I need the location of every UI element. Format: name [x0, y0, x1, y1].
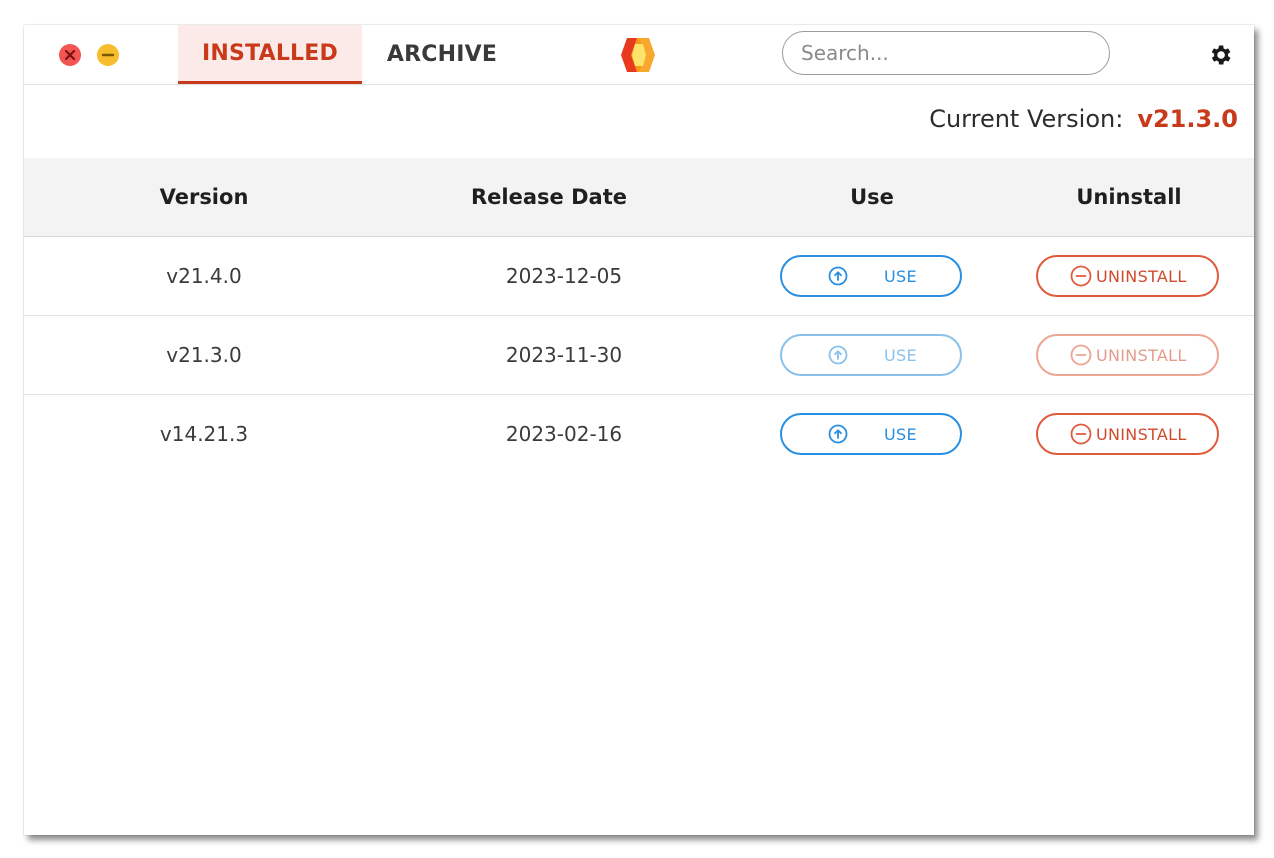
table-row: v14.21.3 2023-02-16 USE UNINSTALL [24, 395, 1254, 473]
arrow-up-circle-icon [828, 424, 848, 444]
minimize-icon[interactable] [97, 44, 119, 66]
arrow-up-circle-icon [828, 266, 848, 286]
tab-installed[interactable]: INSTALLED [178, 25, 362, 84]
version-cell: v14.21.3 [159, 422, 249, 446]
uninstall-button[interactable]: UNINSTALL [1036, 255, 1219, 297]
close-icon[interactable] [59, 44, 81, 66]
gear-icon[interactable] [1207, 42, 1233, 68]
uninstall-button-label: UNINSTALL [1096, 345, 1187, 365]
uninstall-button[interactable]: UNINSTALL [1036, 413, 1219, 455]
uninstall-button-label: UNINSTALL [1096, 266, 1187, 286]
use-button[interactable]: USE [780, 413, 962, 455]
use-button-label: USE [884, 345, 917, 365]
release-date-cell: 2023-12-05 [505, 264, 623, 288]
header-version: Version [159, 185, 249, 209]
table-row: v21.4.0 2023-12-05 USE UNINSTALL [24, 237, 1254, 316]
minus-circle-icon [1070, 265, 1092, 287]
search-input[interactable] [782, 31, 1110, 75]
use-button-label: USE [884, 266, 917, 286]
app-window: INSTALLED ARCHIVE Current Version: v21.3… [24, 25, 1254, 835]
version-cell: v21.4.0 [166, 264, 242, 288]
release-date-cell: 2023-02-16 [505, 422, 623, 446]
table-header: Version Release Date Use Uninstall [24, 158, 1254, 237]
tab-archive-label: ARCHIVE [386, 41, 498, 67]
use-button[interactable]: USE [780, 255, 962, 297]
current-version-label: Current Version: [929, 105, 1124, 133]
minus-circle-icon [1070, 423, 1092, 445]
release-date-cell: 2023-11-30 [505, 343, 623, 367]
table-row: v21.3.0 2023-11-30 USE UNINSTALL [24, 316, 1254, 395]
use-button-label: USE [884, 424, 917, 444]
version-cell: v21.3.0 [166, 343, 242, 367]
tab-installed-label: INSTALLED [202, 40, 338, 66]
header-use: Use [850, 185, 894, 209]
uninstall-button-label: UNINSTALL [1096, 424, 1187, 444]
uninstall-button-disabled[interactable]: UNINSTALL [1036, 334, 1219, 376]
tab-archive[interactable]: ARCHIVE [372, 25, 512, 83]
current-version-value: v21.3.0 [1137, 105, 1238, 133]
header-uninstall: Uninstall [1076, 185, 1182, 209]
use-button-disabled[interactable]: USE [780, 334, 962, 376]
header-release-date: Release Date [471, 185, 627, 209]
minus-circle-icon [1070, 344, 1092, 366]
arrow-up-circle-icon [828, 345, 848, 365]
current-version: Current Version: v21.3.0 [929, 105, 1238, 133]
hexagon-logo-icon [621, 38, 655, 72]
title-bar: INSTALLED ARCHIVE [24, 25, 1254, 85]
